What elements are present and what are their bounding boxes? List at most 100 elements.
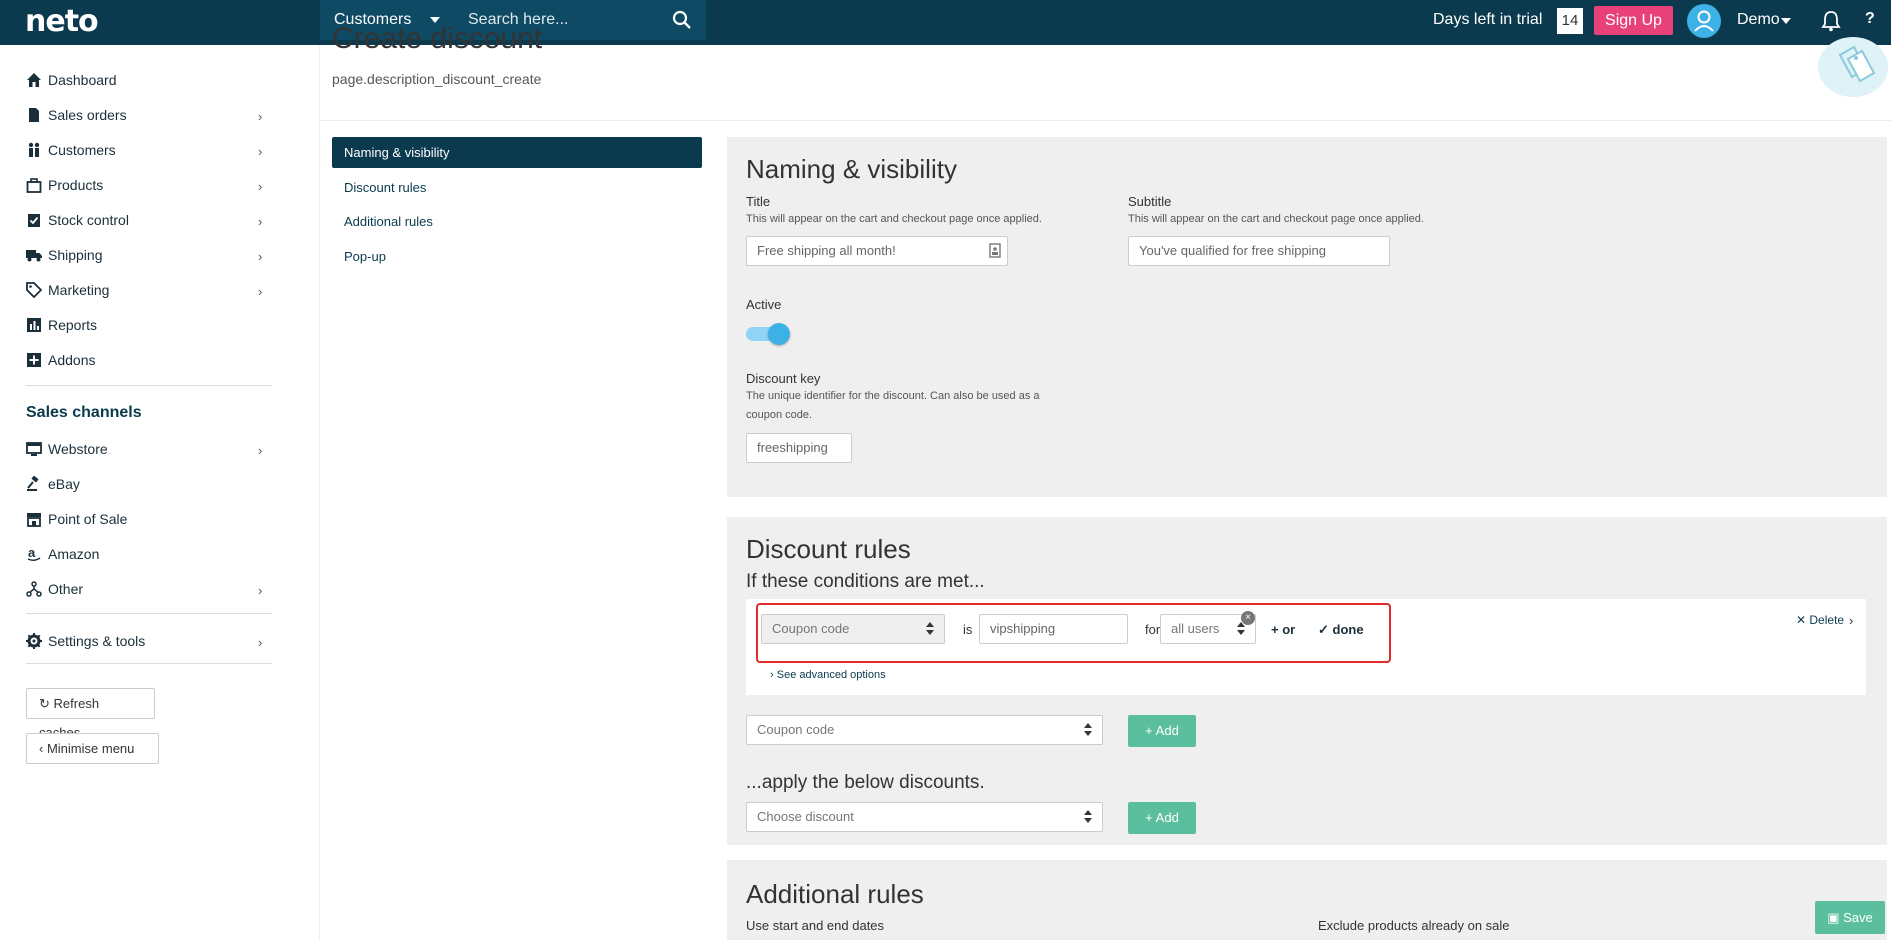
refresh-caches-button[interactable]: ↻ Refresh caches (26, 688, 155, 740)
sidebar-item-ebay[interactable]: eBay (26, 474, 276, 498)
subnav-item-naming-visibility[interactable]: Naming & visibility (332, 137, 702, 168)
add-or-condition-link[interactable]: + or (1271, 622, 1295, 637)
sidebar-item-label: Point of Sale (48, 511, 128, 527)
naming-visibility-title: Naming & visibility (746, 154, 957, 184)
subnav-item-pop-up[interactable]: Pop-up (332, 241, 702, 272)
choose-discount-select[interactable]: Choose discount (746, 802, 1103, 832)
chevron-right-icon: › (258, 109, 263, 124)
sidebar-item-marketing[interactable]: Marketing › (26, 280, 276, 304)
done-link[interactable]: ✓ done (1318, 622, 1364, 638)
delete-label: Delete (1809, 613, 1845, 627)
new-condition-select[interactable]: Coupon code (746, 715, 1103, 745)
sidebar-item-label: Reports (48, 317, 98, 333)
discount-rules-title: Discount rules (746, 534, 911, 564)
add-condition-button[interactable]: + Add (1128, 715, 1196, 747)
gear-icon (26, 633, 42, 649)
delete-condition-link[interactable]: ✕ Delete (1796, 613, 1844, 627)
chevron-right-icon: › (258, 179, 263, 194)
sitemap-icon (26, 581, 42, 597)
subtitle-label: Subtitle (1128, 194, 1172, 209)
store-icon (27, 513, 41, 527)
svg-text:a: a (28, 546, 36, 560)
sidebar-item-label: Shipping (48, 247, 103, 263)
truck-icon (26, 250, 42, 262)
discount-rules-panel: Discount rules If these conditions are m… (727, 517, 1887, 845)
sidebar-item-label: Customers (48, 142, 116, 158)
refresh-icon: ↻ (39, 696, 50, 711)
condition-field-select[interactable]: Coupon code (761, 614, 945, 644)
sidebar-item-addons[interactable]: Addons (26, 350, 276, 374)
naming-visibility-panel: Naming & visibility Title This will appe… (727, 137, 1887, 497)
search-icon[interactable] (672, 10, 692, 30)
sidebar-item-other[interactable]: Other › (26, 579, 276, 603)
sidebar-item-stock-control[interactable]: Stock control › (26, 210, 276, 234)
page-description: page.description_discount_create (332, 71, 542, 87)
sidebar-item-label: Amazon (48, 546, 100, 562)
subnav-item-additional-rules[interactable]: Additional rules (332, 206, 702, 237)
sort-arrows-icon (1084, 810, 1092, 823)
additional-rules-title: Additional rules (746, 879, 924, 909)
minimise-menu-label: Minimise menu (46, 741, 135, 756)
user-menu[interactable]: Demo (1737, 11, 1780, 29)
add-discount-button[interactable]: + Add (1128, 802, 1196, 834)
trial-days-badge: 14 (1557, 8, 1583, 34)
trial-label: Days left in trial (1433, 11, 1543, 28)
discount-key-input[interactable]: freeshipping (746, 433, 852, 463)
sidebar-item-point-of-sale[interactable]: Point of Sale (26, 509, 276, 533)
page-title: Create discount (332, 22, 543, 55)
title-help-text: This will appear on the cart and checkou… (746, 213, 1042, 225)
sidebar-item-label: Sales orders (48, 107, 127, 123)
sidebar-item-label: Marketing (48, 282, 110, 298)
subtitle-input[interactable]: You've qualified for free shipping (1128, 236, 1390, 266)
discount-key-help-text: The unique identifier for the discount. … (746, 390, 1040, 421)
plus-square-icon (27, 353, 41, 367)
sidebar-item-amazon[interactable]: a Amazon (26, 544, 276, 568)
condition-operator: is (963, 622, 973, 637)
bar-chart-icon (27, 318, 41, 332)
sidebar-item-products[interactable]: Products › (26, 175, 276, 199)
sidebar-item-reports[interactable]: Reports (26, 315, 276, 339)
sidebar-item-customers[interactable]: Customers › (26, 140, 276, 164)
sidebar-item-settings-tools[interactable]: Settings & tools › (26, 631, 276, 655)
sidebar-item-sales-orders[interactable]: Sales orders › (26, 105, 276, 129)
sign-up-button[interactable]: Sign Up (1594, 6, 1673, 35)
sidebar-item-label: eBay (48, 476, 80, 492)
home-icon (27, 73, 41, 87)
sidebar-item-shipping[interactable]: Shipping › (26, 245, 276, 269)
conditions-heading: If these conditions are met... (746, 571, 985, 592)
sidebar-item-webstore[interactable]: Webstore › (26, 439, 276, 463)
sidebar-item-label: Addons (48, 352, 96, 368)
save-button[interactable]: ▣ Save (1815, 901, 1885, 934)
apply-discounts-heading: ...apply the below discounts. (746, 772, 985, 793)
see-advanced-options-link[interactable]: › See advanced options (770, 669, 886, 681)
chevron-right-icon[interactable]: › (1849, 613, 1853, 628)
sidebar-item-label: Dashboard (48, 72, 117, 88)
neto-logo[interactable]: neto (25, 4, 99, 39)
advanced-options-label: See advanced options (776, 669, 886, 681)
subnav-item-discount-rules[interactable]: Discount rules (332, 172, 702, 203)
active-toggle[interactable] (746, 323, 790, 345)
help-icon[interactable]: ? (1865, 10, 1875, 28)
sort-arrows-icon (926, 622, 934, 635)
bell-icon[interactable] (1821, 10, 1841, 32)
clipboard-check-icon (28, 214, 40, 227)
top-navigation-bar: neto Customers Search here... Days left … (0, 0, 1891, 45)
tag-icon (26, 282, 42, 298)
chevron-right-icon: › (770, 669, 777, 681)
chevron-down-icon[interactable] (1781, 18, 1791, 24)
contact-card-icon[interactable] (989, 243, 1001, 258)
sidebar-item-dashboard[interactable]: Dashboard (26, 70, 276, 94)
condition-card: Coupon code is vipshipping for all users… (746, 599, 1866, 695)
title-label: Title (746, 194, 771, 209)
document-icon (29, 108, 39, 122)
clear-icon[interactable]: × (1241, 611, 1255, 625)
title-input[interactable]: Free shipping all month! (746, 236, 1008, 266)
chevron-left-icon: ‹ (39, 741, 44, 756)
chevron-right-icon: › (258, 635, 263, 650)
save-icon: ▣ (1827, 910, 1844, 925)
minimise-menu-button[interactable]: ‹ Minimise menu (26, 733, 159, 764)
amazon-icon: a (27, 546, 41, 561)
chevron-right-icon: › (258, 144, 263, 159)
coupon-value-input[interactable]: vipshipping (979, 614, 1128, 644)
user-avatar-icon[interactable] (1687, 4, 1721, 38)
